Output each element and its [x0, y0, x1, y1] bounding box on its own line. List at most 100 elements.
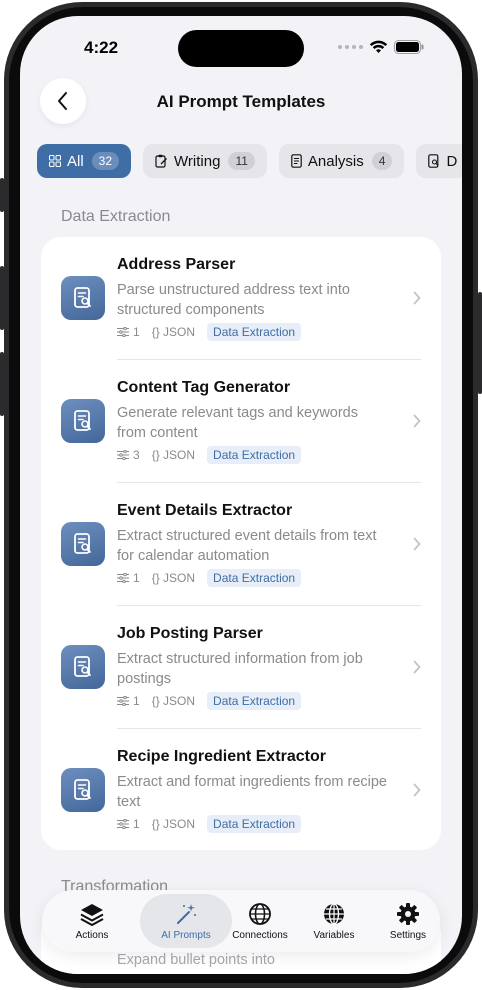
category-tag: Data Extraction: [207, 569, 302, 587]
variable-count-value: 1: [133, 694, 140, 708]
filter-chip-label: D: [446, 152, 458, 170]
category-filter-bar: All 32 Writing 11 Analysis 4 D: [37, 144, 462, 178]
template-meta: 3 {} JSON Data Extraction: [117, 446, 302, 464]
filter-chip-label: All: [67, 152, 84, 170]
chevron-right-icon: [413, 537, 421, 551]
template-meta: 1 {} JSON Data Extraction: [117, 569, 302, 587]
filter-chip-count: 11: [228, 152, 255, 170]
output-format: {} JSON: [151, 694, 196, 708]
filter-chip-writing[interactable]: Writing 11: [143, 144, 267, 178]
template-meta: 1 {} JSON Data Extraction: [117, 323, 302, 341]
sliders-icon: [117, 450, 129, 460]
tab-label: Actions: [75, 929, 109, 941]
template-icon: [61, 645, 105, 689]
volume-up-button: [0, 266, 4, 330]
document-icon: [291, 154, 302, 168]
volume-down-button: [0, 352, 4, 416]
magic-wand-icon: [177, 903, 196, 924]
template-row[interactable]: Event Details Extractor Extract structur…: [41, 483, 441, 606]
output-format: {} JSON: [151, 448, 196, 462]
template-title: Recipe Ingredient Extractor: [117, 748, 326, 765]
sliders-icon: [117, 573, 129, 583]
tab-label: AI Prompts: [161, 929, 211, 941]
template-description: Parse unstructured address text into str…: [117, 282, 350, 318]
template-description: Generate relevant tags and keywords from…: [117, 405, 358, 441]
tab-actions[interactable]: Actions: [46, 894, 138, 948]
template-title: Event Details Extractor: [117, 502, 293, 519]
dynamic-island: [178, 30, 304, 67]
filter-chip-label: Writing: [174, 152, 221, 170]
variable-count: 1: [117, 817, 140, 831]
filter-chip-label: Analysis: [307, 152, 364, 170]
category-tag: Data Extraction: [207, 692, 302, 710]
action-button: [0, 178, 4, 212]
sliders-icon: [117, 696, 129, 706]
tab-label: Settings: [389, 929, 427, 941]
template-title: Address Parser: [117, 256, 236, 273]
globe-icon: [249, 902, 271, 925]
template-row[interactable]: Recipe Ingredient Extractor Extract and …: [41, 729, 441, 852]
power-button: [478, 292, 482, 394]
gear-icon: [397, 902, 419, 925]
variable-count: 3: [117, 448, 140, 462]
template-list-card: Address Parser Parse unstructured addres…: [41, 237, 441, 850]
status-time: 4:22: [84, 38, 119, 57]
template-description: Expand bullet points into: [117, 952, 275, 968]
wifi-icon: [369, 40, 388, 53]
filter-chip-all[interactable]: All 32: [37, 144, 132, 178]
filter-chip-count: 4: [371, 152, 393, 170]
category-tag: Data Extraction: [207, 323, 302, 341]
filter-chip-analysis[interactable]: Analysis 4: [278, 144, 405, 178]
tab-label: Variables: [313, 929, 355, 941]
template-icon: [61, 399, 105, 443]
page-title: AI Prompt Templates: [156, 92, 326, 111]
variable-count: 1: [117, 571, 140, 585]
document-search-icon: [74, 410, 91, 431]
tab-label: Connections: [232, 929, 288, 941]
sliders-icon: [117, 327, 129, 337]
filter-chip-count: 32: [91, 152, 120, 170]
signal-icon: [338, 45, 363, 49]
document-search-icon: [428, 154, 439, 168]
variable-count-value: 3: [133, 448, 140, 462]
grid-icon: [49, 155, 61, 167]
chevron-right-icon: [413, 414, 421, 428]
clipboard-edit-icon: [155, 154, 167, 168]
variable-count-value: 1: [133, 571, 140, 585]
variable-count: 1: [117, 325, 140, 339]
tab-settings[interactable]: Settings: [362, 894, 454, 948]
stack-icon: [80, 903, 104, 926]
template-title: Job Posting Parser: [117, 625, 263, 642]
template-icon: [61, 522, 105, 566]
variable-count: 1: [117, 694, 140, 708]
screen: 4:22 AI Prompt Templates All 32 Writing …: [20, 16, 462, 974]
filter-chip-data[interactable]: D: [416, 144, 462, 178]
template-meta: 1 {} JSON Data Extraction: [117, 815, 302, 833]
document-search-icon: [74, 533, 91, 554]
chevron-right-icon: [413, 783, 421, 797]
section-header: Data Extraction: [61, 208, 171, 225]
template-meta: 1 {} JSON Data Extraction: [117, 692, 302, 710]
variable-count-value: 1: [133, 325, 140, 339]
chevron-right-icon: [413, 291, 421, 305]
template-row[interactable]: Address Parser Parse unstructured addres…: [41, 237, 441, 360]
template-row[interactable]: Job Posting Parser Extract structured in…: [41, 606, 441, 729]
template-icon: [61, 276, 105, 320]
output-format: {} JSON: [151, 325, 196, 339]
template-row[interactable]: Content Tag Generator Generate relevant …: [41, 360, 441, 483]
template-title: Content Tag Generator: [117, 379, 291, 396]
output-format: {} JSON: [151, 571, 196, 585]
battery-icon: [394, 40, 424, 54]
template-description: Extract structured information from job …: [117, 651, 363, 687]
output-format: {} JSON: [151, 817, 196, 831]
document-search-icon: [74, 779, 91, 800]
template-description: Extract and format ingredients from reci…: [117, 774, 387, 810]
template-description: Extract structured event details from te…: [117, 528, 377, 564]
category-tag: Data Extraction: [207, 446, 302, 464]
chevron-right-icon: [413, 660, 421, 674]
category-tag: Data Extraction: [207, 815, 302, 833]
status-icons: [338, 40, 424, 54]
document-search-icon: [74, 656, 91, 677]
tab-bar: Actions AI Prompts Connections Variables…: [42, 890, 440, 952]
variable-count-value: 1: [133, 817, 140, 831]
